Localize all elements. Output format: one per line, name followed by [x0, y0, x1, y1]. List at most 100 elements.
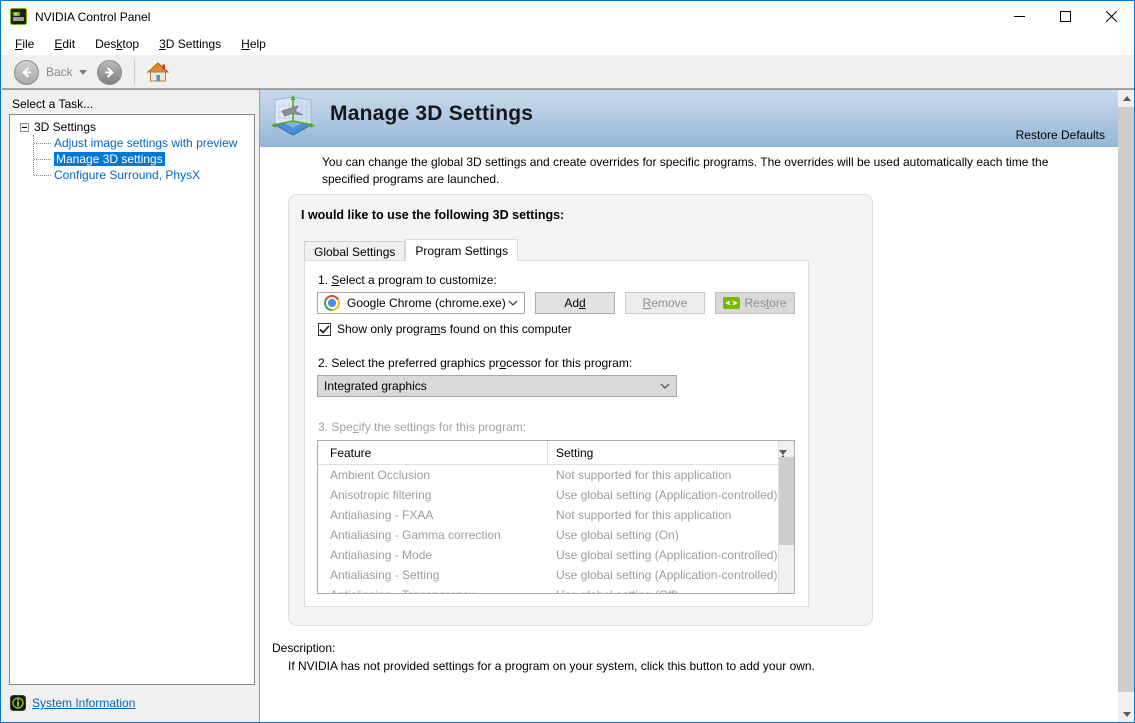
main-scrollbar-thumb[interactable] [1118, 107, 1135, 692]
maximize-button[interactable] [1042, 1, 1088, 32]
feature-cell: Antialiasing - Gamma correction [318, 528, 548, 542]
manage-3d-settings-icon [270, 94, 316, 144]
label-segment: 2. Select the preferred graphics pr [318, 356, 499, 370]
feature-cell: Anisotropic filtering [318, 488, 548, 502]
back-button[interactable] [14, 60, 39, 85]
back-history-caret-icon[interactable] [79, 70, 87, 75]
label-segment: dit [62, 37, 75, 51]
table-row[interactable]: Antialiasing - ModeUse global setting (A… [318, 545, 794, 565]
minimize-button[interactable] [996, 1, 1042, 32]
label-segment: Ad [564, 296, 579, 310]
menu-edit[interactable]: Edit [48, 34, 81, 54]
settings-tabs: Global Settings Program Settings [304, 239, 518, 261]
tab-label: Global Settings [314, 245, 395, 259]
program-select-value: Google Chrome (chrome.exe) [347, 296, 506, 310]
sidebar-item-manage-3d-settings[interactable]: Manage 3D settings [33, 151, 252, 167]
label-segment: emove [651, 296, 687, 310]
section2-label: 2. Select the preferred graphics process… [318, 356, 632, 370]
tab-label: Program Settings [415, 244, 508, 258]
home-button[interactable] [147, 61, 169, 83]
menu-help[interactable]: Help [235, 34, 272, 54]
chrome-icon [324, 295, 340, 311]
system-information-link[interactable]: System Information [32, 696, 135, 710]
tree-collapse-icon[interactable] [20, 123, 29, 132]
table-scrollbar[interactable] [778, 441, 794, 593]
chevron-down-icon [660, 383, 670, 389]
label-segment: Show only progra [337, 322, 430, 336]
card-heading: I would like to use the following 3D set… [301, 208, 564, 222]
label-segment: Des [95, 37, 116, 51]
menu-desktop[interactable]: Desktop [89, 34, 145, 54]
label-segment: D Settings [166, 37, 221, 51]
table-row[interactable]: Antialiasing - SettingUse global setting… [318, 565, 794, 585]
setting-cell: Use global setting (On) [548, 528, 679, 542]
remove-button[interactable]: Remove [625, 292, 705, 314]
label-segment: Res [744, 296, 765, 310]
sidebar-item-adjust-image-settings[interactable]: Adjust image settings with preview [33, 135, 252, 151]
task-tree: 3D Settings Adjust image settings with p… [9, 114, 255, 685]
label-segment: 1. [318, 273, 331, 287]
main-panel: Manage 3D Settings Restore Defaults You … [259, 90, 1135, 723]
main-scrollbar[interactable] [1118, 90, 1135, 723]
graphics-processor-dropdown[interactable]: Integrated graphics [317, 375, 677, 397]
close-button[interactable] [1088, 1, 1134, 32]
tree-item-label: Manage 3D settings [54, 152, 165, 166]
scroll-down-arrow-icon[interactable] [1118, 706, 1135, 723]
nvidia-app-icon [10, 8, 27, 25]
program-select-dropdown[interactable]: Google Chrome (chrome.exe) [317, 292, 525, 314]
column-header-setting: Setting [548, 446, 593, 460]
checkmark-icon [319, 325, 330, 334]
tab-global-settings[interactable]: Global Settings [304, 241, 405, 261]
table-row[interactable]: Ambient OcclusionNot supported for this … [318, 465, 794, 485]
setting-cell: Use global setting (Off) [548, 588, 679, 593]
window-title: NVIDIA Control Panel [35, 10, 150, 24]
chevron-down-icon [508, 300, 518, 306]
label-segment: top [122, 37, 139, 51]
program-settings-panel: 1. Select a program to customize: Google… [304, 260, 809, 607]
graphics-processor-value: Integrated graphics [324, 379, 427, 393]
setting-cell: Not supported for this application [548, 508, 731, 522]
sidebar-item-configure-surround-physx[interactable]: Configure Surround, PhysX [33, 167, 252, 183]
table-row[interactable]: Antialiasing - Gamma correctionUse globa… [318, 525, 794, 545]
feature-cell: Ambient Occlusion [318, 468, 548, 482]
setting-cell: Use global setting (Application-controll… [548, 488, 777, 502]
tree-root-3d-settings[interactable]: 3D Settings [34, 120, 96, 134]
add-button[interactable]: Add [535, 292, 615, 314]
navigation-toolbar: Back [2, 56, 1135, 89]
tab-program-settings[interactable]: Program Settings [405, 239, 518, 261]
label-segment: s found on this computer [440, 322, 571, 336]
feature-settings-table: Feature Setting Ambient OcclusionNot sup… [317, 440, 795, 594]
column-header-feature: Feature [318, 441, 548, 464]
description-label: Description: [272, 641, 335, 655]
restore-defaults-button[interactable]: Restore Defaults [1016, 128, 1105, 142]
feature-cell: Antialiasing - Mode [318, 548, 548, 562]
table-scrollbar-thumb[interactable] [779, 457, 794, 545]
show-programs-checkbox-label: Show only programs found on this compute… [337, 322, 572, 336]
description-text: If NVIDIA has not provided settings for … [288, 659, 815, 673]
tree-item-label: Adjust image settings with preview [54, 136, 237, 150]
setting-cell: Not supported for this application [548, 468, 731, 482]
feature-cell: Antialiasing - FXAA [318, 508, 548, 522]
label-segment: d [579, 296, 586, 310]
table-row[interactable]: Antialiasing - TransparencyUse global se… [318, 585, 794, 593]
table-row[interactable]: Antialiasing - FXAANot supported for thi… [318, 505, 794, 525]
page-title: Manage 3D Settings [330, 102, 533, 126]
forward-button[interactable] [97, 60, 122, 85]
content-region: Select a Task... 3D Settings Adjust imag… [2, 89, 1135, 723]
menu-3d-settings[interactable]: 3D Settings [153, 34, 227, 54]
show-programs-checkbox[interactable] [318, 323, 331, 336]
menu-file[interactable]: File [9, 34, 40, 54]
feature-cell: Antialiasing - Transparency [318, 588, 548, 593]
table-body: Ambient OcclusionNot supported for this … [318, 465, 794, 593]
restore-button[interactable]: Restore [715, 292, 795, 314]
label-segment: ile [22, 37, 34, 51]
table-row[interactable]: Anisotropic filteringUse global setting … [318, 485, 794, 505]
page-intro-text: You can change the global 3D settings an… [322, 154, 1094, 189]
section1-label: 1. Select a program to customize: [318, 273, 497, 287]
menu-bar: File Edit Desktop 3D Settings Help [1, 32, 1134, 56]
label-segment: 3 [159, 37, 166, 51]
system-info-icon [10, 695, 26, 711]
label-segment: H [241, 37, 250, 51]
sidebar: Select a Task... 3D Settings Adjust imag… [2, 90, 259, 723]
scroll-up-arrow-icon[interactable] [1118, 90, 1135, 107]
